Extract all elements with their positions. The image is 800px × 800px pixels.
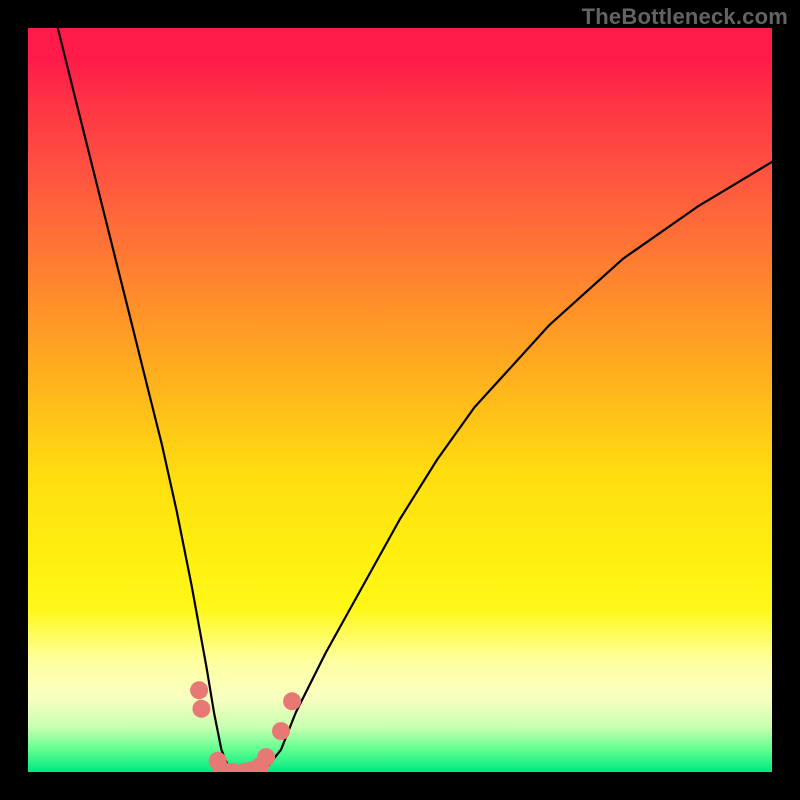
bottleneck-curve <box>58 28 772 772</box>
chart-frame: TheBottleneck.com <box>0 0 800 800</box>
credit-label: TheBottleneck.com <box>582 4 788 30</box>
heatmap-background <box>28 28 772 772</box>
marker-group <box>190 681 301 772</box>
marker-dot <box>283 692 301 710</box>
marker-dot <box>272 722 290 740</box>
marker-dot <box>192 700 210 718</box>
marker-dot <box>190 681 208 699</box>
marker-dot <box>257 748 275 766</box>
chart-svg <box>28 28 772 772</box>
